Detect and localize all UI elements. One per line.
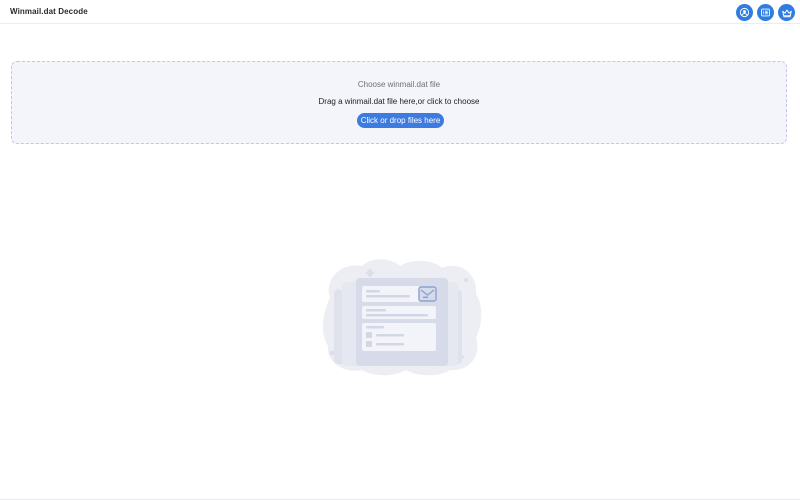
account-button[interactable] xyxy=(736,4,753,21)
choose-file-button[interactable]: Click or drop files here xyxy=(357,113,444,128)
crown-icon xyxy=(781,9,792,17)
premium-button[interactable] xyxy=(778,4,795,21)
list-icon xyxy=(761,8,770,17)
app-title: Winmail.dat Decode xyxy=(10,7,88,16)
list-button[interactable] xyxy=(757,4,774,21)
header-bar: Winmail.dat Decode xyxy=(0,0,800,24)
app-window: Winmail.dat Decode Choose winmail.dat fi… xyxy=(0,0,800,500)
dropzone-hint: Drag a winmail.dat file here,or click to… xyxy=(318,97,480,106)
empty-mailbox-illustration xyxy=(322,259,482,376)
dropzone-heading: Choose winmail.dat file xyxy=(357,80,441,89)
empty-state-illustration xyxy=(320,258,482,376)
file-dropzone[interactable]: Choose winmail.dat file Drag a winmail.d… xyxy=(11,61,787,144)
user-icon xyxy=(739,7,750,18)
